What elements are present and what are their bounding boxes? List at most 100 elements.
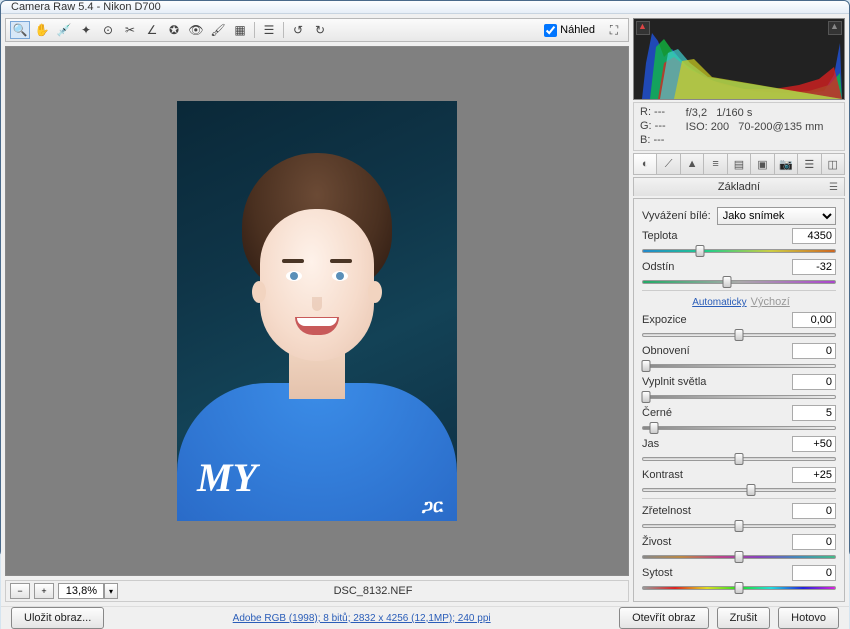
kontrast-value[interactable]: +25	[792, 467, 836, 483]
preview-checkbox[interactable]	[544, 24, 557, 37]
toolbar: 🔍 ✋ 💉 ✦ ⊙ ✂ ∠ ✪ 👁 🖌 ▦ ☰ ↺ ↻ Náhled	[5, 18, 629, 42]
kontrast-slider[interactable]	[642, 486, 836, 494]
obnoveni-value[interactable]: 0	[792, 343, 836, 359]
preview-area[interactable]: MY ጋር	[5, 46, 629, 576]
hand-tool-icon[interactable]: ✋	[32, 21, 52, 39]
zivost-slider[interactable]	[642, 553, 836, 561]
window-title: Camera Raw 5.4 - Nikon D700	[11, 1, 161, 13]
basic-panel: Vyvážení bílé: Jako snímek Teplota 4350 O…	[633, 198, 845, 602]
done-button[interactable]: Hotovo	[778, 607, 839, 629]
vyplnit-slider[interactable]	[642, 393, 836, 401]
tab-camera[interactable]: 📷	[775, 154, 798, 174]
zoom-dropdown-icon[interactable]: ▾	[104, 583, 118, 599]
obnoveni-label: Obnovení	[642, 345, 690, 357]
rgb-readout: R: --- G: --- B: ---	[640, 106, 666, 147]
graduated-filter-tool-icon[interactable]: ▦	[230, 21, 250, 39]
target-adjust-tool-icon[interactable]: ⊙	[98, 21, 118, 39]
rotate-ccw-icon[interactable]: ↺	[288, 21, 308, 39]
histogram-graph	[634, 23, 844, 99]
tab-split[interactable]: ▤	[728, 154, 751, 174]
panel-menu-icon[interactable]: ☰	[829, 182, 838, 193]
r-value: R: ---	[640, 106, 666, 120]
crop-tool-icon[interactable]: ✂	[120, 21, 140, 39]
zoom-value[interactable]: 13,8%	[58, 583, 104, 599]
obnoveni-slider[interactable]	[642, 362, 836, 370]
auto-links: Automaticky Výchozí	[642, 295, 836, 309]
jas-value[interactable]: +50	[792, 436, 836, 452]
separator	[283, 22, 284, 38]
tab-curve[interactable]: ⟋	[657, 154, 680, 174]
expozice-label: Expozice	[642, 314, 687, 326]
tab-hsl[interactable]: ≡	[704, 154, 727, 174]
zivost-label: Živost	[642, 536, 671, 548]
iso-value: 200	[711, 121, 729, 133]
zoom-in-button[interactable]: +	[34, 583, 54, 599]
odstin-label: Odstín	[642, 261, 674, 273]
tab-basic[interactable]: ◐	[634, 154, 657, 174]
tab-lens[interactable]: ▣	[751, 154, 774, 174]
wb-label: Vyvážení bílé:	[642, 210, 711, 222]
white-balance-tool-icon[interactable]: 💉	[54, 21, 74, 39]
panel-title-text: Základní	[718, 181, 760, 193]
zretelnost-slider[interactable]	[642, 522, 836, 530]
zoom-bar: − + 13,8% ▾ DSC_8132.NEF	[5, 580, 629, 602]
open-image-button[interactable]: Otevřít obraz	[619, 607, 709, 629]
aperture-value: f/3,2	[686, 107, 707, 119]
teplota-value[interactable]: 4350	[792, 228, 836, 244]
sytost-value[interactable]: 0	[792, 565, 836, 581]
straighten-tool-icon[interactable]: ∠	[142, 21, 162, 39]
sytost-label: Sytost	[642, 567, 673, 579]
metadata-panel: R: --- G: --- B: --- f/3,2 1/160 s ISO: …	[633, 102, 845, 151]
odstin-slider[interactable]	[642, 278, 836, 286]
vyplnit-label: Vyplnit světla	[642, 376, 706, 388]
workflow-options-link[interactable]: Adobe RGB (1998); 8 bitů; 2832 x 4256 (1…	[112, 613, 611, 624]
sytost-slider[interactable]	[642, 584, 836, 592]
color-sampler-tool-icon[interactable]: ✦	[76, 21, 96, 39]
photo-preview: MY ጋር	[177, 101, 457, 521]
tab-presets[interactable]: ☰	[798, 154, 821, 174]
adjustment-brush-tool-icon[interactable]: 🖌	[208, 21, 228, 39]
wb-select[interactable]: Jako snímek	[717, 207, 836, 225]
preview-toggle: Náhled ⛶	[544, 21, 624, 39]
expozice-slider[interactable]	[642, 331, 836, 339]
auto-link[interactable]: Automaticky	[692, 297, 746, 308]
photo-face	[260, 209, 374, 361]
right-panel: R: --- G: --- B: --- f/3,2 1/160 s ISO: …	[633, 18, 845, 602]
separator	[642, 498, 836, 499]
panel-title: Základní ☰	[633, 177, 845, 196]
separator	[254, 22, 255, 38]
cerne-value[interactable]: 5	[792, 405, 836, 421]
default-link[interactable]: Výchozí	[751, 296, 790, 308]
zoom-out-button[interactable]: −	[10, 583, 30, 599]
titlebar: Camera Raw 5.4 - Nikon D700	[1, 1, 849, 14]
teplota-label: Teplota	[642, 230, 677, 242]
preferences-icon[interactable]: ☰	[259, 21, 279, 39]
expozice-value[interactable]: 0,00	[792, 312, 836, 328]
spot-removal-tool-icon[interactable]: ✪	[164, 21, 184, 39]
shirt-text2: ጋር	[422, 496, 443, 517]
tab-detail[interactable]: ▲	[681, 154, 704, 174]
cerne-slider[interactable]	[642, 424, 836, 432]
zretelnost-value[interactable]: 0	[792, 503, 836, 519]
exif-readout: f/3,2 1/160 s ISO: 200 70-200@135 mm	[686, 106, 824, 147]
zoom-tool-icon[interactable]: 🔍	[10, 21, 30, 39]
cerne-label: Černé	[642, 407, 672, 419]
rotate-cw-icon[interactable]: ↻	[310, 21, 330, 39]
content: 🔍 ✋ 💉 ✦ ⊙ ✂ ∠ ✪ 👁 🖌 ▦ ☰ ↺ ↻ Náhled	[1, 14, 849, 606]
shirt-text1: MY	[197, 454, 257, 501]
histogram[interactable]	[633, 18, 845, 100]
odstin-value[interactable]: -32	[792, 259, 836, 275]
lens-value: 70-200@135 mm	[738, 121, 823, 133]
save-image-button[interactable]: Uložit obraz...	[11, 607, 104, 629]
red-eye-tool-icon[interactable]: 👁	[186, 21, 206, 39]
zivost-value[interactable]: 0	[792, 534, 836, 550]
cancel-button[interactable]: Zrušit	[717, 607, 771, 629]
jas-label: Jas	[642, 438, 659, 450]
app-window: Camera Raw 5.4 - Nikon D700 🔍 ✋ 💉 ✦ ⊙ ✂ …	[0, 0, 850, 557]
teplota-slider[interactable]	[642, 247, 836, 255]
tab-snapshots[interactable]: ◫	[822, 154, 844, 174]
preview-label: Náhled	[560, 24, 595, 36]
fullscreen-icon[interactable]: ⛶	[604, 21, 624, 39]
vyplnit-value[interactable]: 0	[792, 374, 836, 390]
jas-slider[interactable]	[642, 455, 836, 463]
